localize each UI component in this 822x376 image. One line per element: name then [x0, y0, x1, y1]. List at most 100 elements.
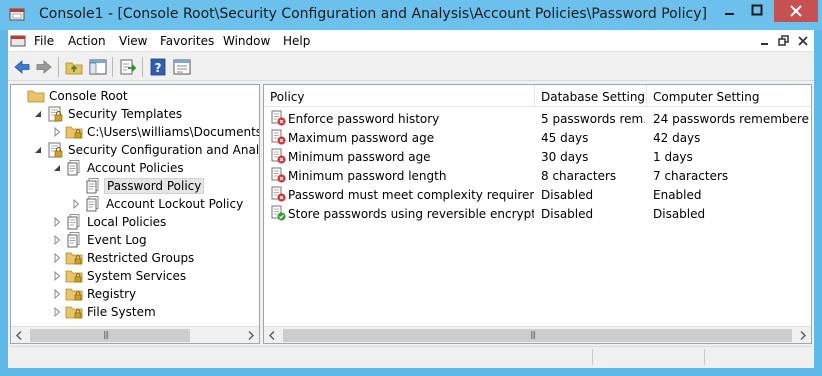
close-button[interactable] — [774, 0, 818, 22]
policy-name: Enforce password history — [288, 112, 440, 126]
policy-name: Password must meet complexity requiremen… — [288, 188, 534, 202]
title-bar: Console1 - [Console Root\Security Config… — [0, 0, 822, 30]
toolbar-separator — [142, 57, 143, 77]
policy-row[interactable]: Enforce password history 5 passwords rem.… — [264, 109, 811, 128]
menu-help[interactable]: Help — [283, 34, 310, 48]
policy-row[interactable]: Maximum password age 45 days 42 days — [264, 128, 811, 147]
back-arrow-icon[interactable] — [12, 57, 32, 77]
expand-arrow-icon[interactable] — [70, 198, 82, 210]
collapse-arrow-icon[interactable] — [32, 144, 44, 156]
column-header-policy[interactable]: Policy — [264, 85, 535, 107]
show-hide-tree-icon[interactable] — [88, 57, 108, 77]
toolbar: ? — [8, 53, 814, 81]
tree-item[interactable]: Event Log — [51, 231, 259, 249]
tree-item[interactable]: Console Root — [13, 87, 259, 105]
list-horizontal-scrollbar[interactable]: ||| — [264, 326, 811, 343]
folder-lock-icon — [65, 285, 83, 303]
tree-item[interactable]: System Services — [51, 267, 259, 285]
collapse-arrow-icon[interactable] — [32, 108, 44, 120]
computer-setting-value: 1 days — [653, 150, 693, 164]
policy-folder-icon — [65, 231, 83, 249]
database-setting-value: Disabled — [541, 207, 594, 221]
tree-item-label: Security Configuration and Analysis — [68, 143, 260, 157]
tree-item[interactable]: Registry — [51, 285, 259, 303]
help-icon[interactable]: ? — [148, 57, 168, 77]
database-setting-value: Disabled — [541, 188, 594, 202]
console-tree-pane[interactable]: Console Root Security Templates C:\Users\w… — [10, 84, 260, 344]
tree-item[interactable]: Account Lockout Policy — [70, 195, 259, 213]
policy-row[interactable]: Store passwords using reversible encrypt… — [264, 204, 811, 223]
status-segment — [592, 349, 704, 365]
mdi-close-button[interactable] — [796, 34, 810, 48]
tree-item-label: Event Log — [87, 233, 147, 247]
policy-mismatch-icon — [270, 148, 286, 164]
scroll-thumb[interactable] — [30, 329, 190, 342]
menu-view[interactable]: View — [119, 34, 147, 48]
policy-mismatch-icon — [270, 186, 286, 202]
tree-horizontal-scrollbar[interactable]: ||| — [11, 326, 259, 343]
computer-setting-value: 7 characters — [653, 169, 729, 183]
expand-arrow-icon[interactable] — [51, 306, 63, 318]
policy-row[interactable]: Minimum password length 8 characters 7 cha… — [264, 166, 811, 185]
maximize-button[interactable] — [744, 0, 770, 22]
menu-action[interactable]: Action — [68, 34, 106, 48]
policy-match-icon — [270, 205, 286, 221]
tree-item[interactable]: Password Policy — [70, 177, 259, 195]
scroll-thumb[interactable] — [283, 329, 792, 342]
computer-setting-value: 24 passwords remembered — [653, 112, 809, 126]
expand-arrow-icon[interactable] — [51, 126, 63, 138]
status-segment — [704, 349, 812, 365]
toolbar-separator — [58, 57, 59, 77]
column-header-database-setting[interactable]: Database Setting — [535, 85, 647, 107]
scroll-grip-icon: ||| — [530, 330, 536, 339]
computer-setting-value: 42 days — [653, 131, 701, 145]
policy-name: Minimum password length — [288, 169, 447, 183]
export-list-icon[interactable] — [118, 57, 138, 77]
scroll-left-arrow-icon[interactable] — [11, 327, 28, 343]
tree-item-label: Security Templates — [68, 107, 183, 121]
mmc-system-menu-icon[interactable] — [10, 33, 26, 49]
folder-icon — [27, 87, 45, 105]
expand-arrow-icon[interactable] — [51, 216, 63, 228]
tree-item-label: Password Policy — [104, 178, 205, 194]
menu-window[interactable]: Window — [223, 34, 270, 48]
menu-favorites[interactable]: Favorites — [160, 34, 214, 48]
scroll-right-arrow-icon[interactable] — [794, 327, 811, 343]
column-header-computer-setting[interactable]: Computer Setting — [647, 85, 811, 107]
policy-row[interactable]: Password must meet complexity requiremen… — [264, 185, 811, 204]
policy-mismatch-icon — [270, 167, 286, 183]
minimize-button[interactable] — [716, 0, 742, 22]
scroll-right-arrow-icon[interactable] — [242, 327, 259, 343]
menu-file[interactable]: File — [34, 34, 54, 48]
tree-item[interactable]: Security Templates — [32, 105, 259, 123]
tree-item[interactable]: C:\Users\williams\Documents\Secu — [51, 123, 259, 141]
tree-item-label: Restricted Groups — [87, 251, 195, 265]
tree-item[interactable]: Security Configuration and Analysis — [32, 141, 260, 159]
scroll-left-arrow-icon[interactable] — [264, 327, 281, 343]
expand-arrow-icon[interactable] — [51, 288, 63, 300]
up-folder-icon[interactable] — [64, 57, 84, 77]
no-expander — [70, 180, 82, 192]
toolbar-separator — [112, 57, 113, 77]
database-setting-value: 45 days — [541, 131, 589, 145]
expand-arrow-icon[interactable] — [51, 252, 63, 264]
policy-row[interactable]: Minimum password age 30 days 1 days — [264, 147, 811, 166]
policy-name: Minimum password age — [288, 150, 431, 164]
mdi-restore-button[interactable] — [777, 34, 791, 48]
expand-arrow-icon[interactable] — [51, 234, 63, 246]
tree-item[interactable]: Restricted Groups — [51, 249, 259, 267]
policy-mismatch-icon — [270, 129, 286, 145]
tree-item[interactable]: Local Policies — [51, 213, 259, 231]
collapse-arrow-icon[interactable] — [51, 162, 63, 174]
forward-arrow-icon[interactable] — [34, 57, 54, 77]
folder-lock-icon — [65, 123, 83, 141]
properties-icon[interactable] — [172, 57, 192, 77]
tree-item[interactable]: File System — [51, 303, 259, 321]
mdi-minimize-button[interactable] — [758, 34, 772, 48]
security-templates-icon — [46, 105, 64, 123]
tree-item-label: C:\Users\williams\Documents\Secu — [87, 125, 259, 139]
policy-folder-icon — [65, 213, 83, 231]
expand-arrow-icon[interactable] — [51, 270, 63, 282]
result-list-pane[interactable]: Policy Database Setting Computer Setting… — [263, 84, 812, 344]
tree-item[interactable]: Account Policies — [51, 159, 259, 177]
